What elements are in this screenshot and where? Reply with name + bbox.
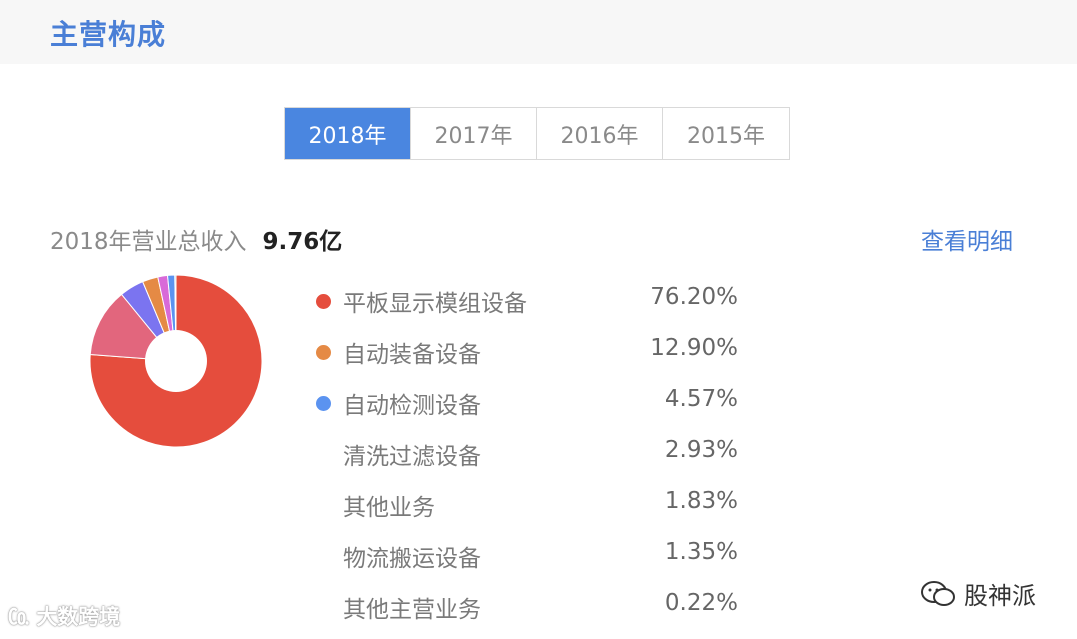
legend-dot-icon	[316, 396, 331, 411]
wechat-icon	[921, 580, 955, 606]
total-revenue-label: 2018年营业总收入	[50, 229, 247, 255]
tab-2015[interactable]: 2015年	[663, 108, 789, 159]
segment-percent: 0.22%	[664, 590, 738, 616]
watermark-left: ㏇ 大数跨境	[8, 601, 120, 631]
legend-dot-icon	[316, 294, 331, 309]
segment-percent: 76.20%	[650, 284, 738, 310]
segment-name: 清洗过滤设备	[343, 444, 481, 470]
tab-2018[interactable]: 2018年	[285, 108, 411, 159]
legend-dot-icon	[316, 345, 331, 360]
total-revenue-value: 9.76亿	[262, 229, 343, 255]
segment-name: 自动装备设备	[343, 342, 481, 368]
tab-2016[interactable]: 2016年	[537, 108, 663, 159]
segment-percent: 1.35%	[664, 539, 738, 565]
segment-name: 物流搬运设备	[343, 546, 481, 572]
legend-row: 清洗过滤设备 2.93%	[312, 433, 742, 484]
section-title: 主营构成	[50, 18, 167, 51]
view-detail-link[interactable]: 查看明细	[921, 222, 1013, 256]
legend-row: 自动检测设备 4.57%	[312, 382, 742, 433]
segment-name: 其他业务	[343, 495, 435, 521]
segment-percent: 12.90%	[650, 335, 738, 361]
total-revenue: 2018年营业总收入 9.76亿	[50, 222, 342, 256]
year-tabs: 2018年 2017年 2016年 2015年	[284, 107, 790, 160]
legend-row: 其他主营业务 0.22%	[312, 586, 742, 637]
segment-name: 平板显示模组设备	[343, 291, 527, 317]
segment-percent: 4.57%	[664, 386, 738, 412]
legend-row: 物流搬运设备 1.35%	[312, 535, 742, 586]
watermark-left-text: 大数跨境	[36, 605, 121, 629]
donut-hole	[145, 330, 207, 392]
section-header: 主营构成	[0, 0, 1077, 64]
watermark-left-icon: ㏇	[8, 605, 37, 629]
legend-row: 其他业务 1.83%	[312, 484, 742, 535]
watermark-right-text: 股神派	[964, 582, 1036, 610]
segment-percent: 2.93%	[664, 437, 738, 463]
legend-row: 自动装备设备 12.90%	[312, 331, 742, 382]
segment-name: 其他主营业务	[343, 597, 481, 623]
segment-legend: 平板显示模组设备 76.20% 自动装备设备 12.90% 自动检测设备 4.57% 清洗过…	[312, 280, 742, 637]
segment-percent: 1.83%	[664, 488, 738, 514]
tab-2017[interactable]: 2017年	[411, 108, 537, 159]
revenue-donut-chart	[90, 275, 262, 447]
watermark-right: 股神派	[920, 576, 1036, 611]
segment-name: 自动检测设备	[343, 393, 481, 419]
legend-row: 平板显示模组设备 76.20%	[312, 280, 742, 331]
